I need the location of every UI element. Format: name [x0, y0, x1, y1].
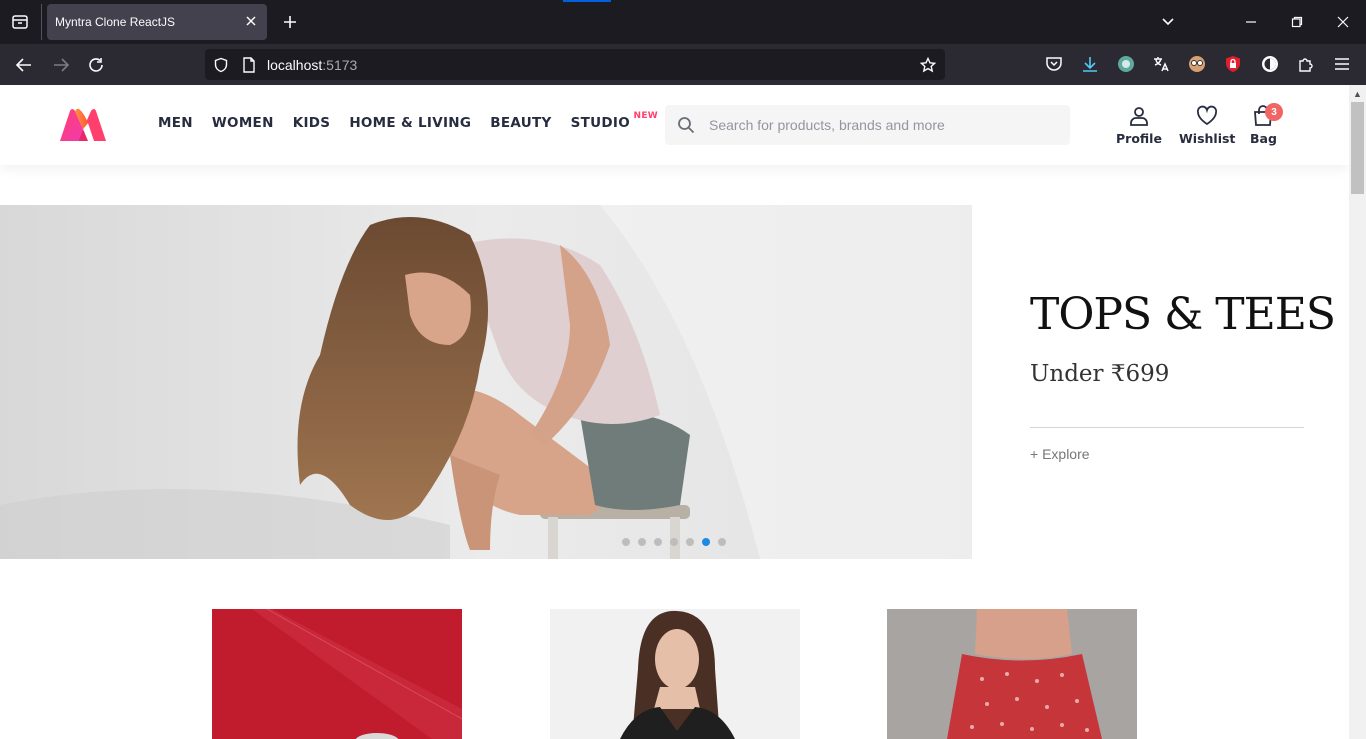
search-icon[interactable]: [677, 116, 695, 134]
minimize-icon[interactable]: [1241, 12, 1261, 32]
restore-icon[interactable]: [1287, 12, 1307, 32]
hero-banner-text: TOPS & TEES Under ₹699 + Explore: [972, 205, 1349, 559]
download-icon[interactable]: [1080, 54, 1100, 74]
new-badge: NEW: [633, 111, 658, 121]
carousel-dot[interactable]: [622, 538, 630, 546]
product-image-red: [212, 609, 462, 739]
model-photo: [0, 205, 972, 559]
url-port: :5173: [322, 57, 358, 73]
extension-dark-icon[interactable]: [1260, 54, 1280, 74]
menu-icon[interactable]: [1332, 54, 1352, 74]
search-bar: [665, 105, 1070, 145]
site-header: MEN WOMEN KIDS HOME & LIVING BEAUTY STUD…: [0, 85, 1349, 165]
main-nav: MEN WOMEN KIDS HOME & LIVING BEAUTY STUD…: [158, 111, 658, 131]
explore-link[interactable]: + Explore: [1030, 446, 1090, 462]
product-card[interactable]: [887, 609, 1137, 739]
carousel-dot[interactable]: [654, 538, 662, 546]
pocket-icon[interactable]: [1044, 54, 1064, 74]
url-host: localhost: [267, 57, 323, 73]
scroll-thumb[interactable]: [1351, 102, 1364, 194]
nav-studio[interactable]: STUDIO NEW: [570, 111, 658, 131]
product-image-model: [550, 609, 800, 739]
forward-icon[interactable]: [50, 54, 72, 76]
hero-banner-image[interactable]: [0, 205, 972, 559]
adblock-icon[interactable]: [1223, 54, 1243, 74]
wishlist-label: Wishlist: [1179, 131, 1236, 146]
url-bar[interactable]: localhost:5173: [205, 49, 945, 80]
close-icon[interactable]: [243, 13, 259, 29]
reload-icon[interactable]: [85, 54, 107, 76]
nav-home-living[interactable]: HOME & LIVING: [349, 115, 471, 131]
scroll-up-arrow-icon[interactable]: ▲: [1349, 85, 1366, 102]
wishlist-button[interactable]: Wishlist: [1179, 105, 1235, 146]
heart-icon: [1196, 105, 1218, 127]
tab-list-icon[interactable]: [8, 10, 32, 34]
bag-count-badge: 3: [1265, 103, 1283, 121]
extension-globe-icon[interactable]: [1116, 54, 1136, 74]
page-viewport: MEN WOMEN KIDS HOME & LIVING BEAUTY STUD…: [0, 85, 1349, 739]
carousel-dot[interactable]: [638, 538, 646, 546]
banner-divider: [1030, 427, 1304, 428]
nav-women[interactable]: WOMEN: [212, 115, 274, 131]
browser-tab-bar: Myntra Clone ReactJS: [0, 0, 1366, 44]
carousel-dot-active[interactable]: [702, 538, 710, 546]
tab-indicator: [563, 0, 611, 2]
carousel-dot[interactable]: [670, 538, 678, 546]
nav-kids[interactable]: KIDS: [293, 115, 331, 131]
banner-subtitle: Under ₹699: [1030, 361, 1170, 387]
shield-icon[interactable]: [212, 56, 230, 74]
myntra-logo[interactable]: [58, 107, 108, 143]
carousel-dots: [622, 538, 726, 546]
nav-men[interactable]: MEN: [158, 115, 193, 131]
carousel-dot[interactable]: [718, 538, 726, 546]
product-image-skirt: [887, 609, 1137, 739]
profile-button[interactable]: Profile: [1116, 105, 1162, 146]
nav-studio-label: STUDIO: [570, 115, 630, 131]
page-icon[interactable]: [240, 56, 258, 74]
extensions-puzzle-icon[interactable]: [1296, 54, 1316, 74]
nav-beauty[interactable]: BEAUTY: [490, 115, 551, 131]
browser-tab[interactable]: Myntra Clone ReactJS: [47, 4, 267, 40]
bag-button[interactable]: 3 Bag: [1250, 103, 1283, 146]
product-card[interactable]: [212, 609, 462, 739]
tab-title: Myntra Clone ReactJS: [55, 15, 176, 29]
new-tab-icon[interactable]: [280, 12, 300, 32]
browser-nav-bar: localhost:5173: [0, 44, 1366, 85]
star-icon[interactable]: [919, 56, 937, 74]
page-scrollbar[interactable]: ▲: [1349, 85, 1366, 739]
product-card[interactable]: [550, 609, 800, 739]
back-icon[interactable]: [13, 54, 35, 76]
close-window-icon[interactable]: [1333, 12, 1353, 32]
profile-label: Profile: [1116, 131, 1162, 146]
translate-icon[interactable]: [1151, 54, 1171, 74]
tab-separator: [41, 4, 42, 40]
search-input[interactable]: [709, 105, 1059, 145]
banner-title: TOPS & TEES: [1030, 289, 1336, 340]
user-icon: [1128, 105, 1150, 127]
url-text[interactable]: localhost:5173: [267, 57, 357, 73]
carousel-dot[interactable]: [686, 538, 694, 546]
extension-face-icon[interactable]: [1187, 54, 1207, 74]
bag-label: Bag: [1250, 131, 1277, 146]
chevron-down-icon[interactable]: [1158, 12, 1178, 32]
